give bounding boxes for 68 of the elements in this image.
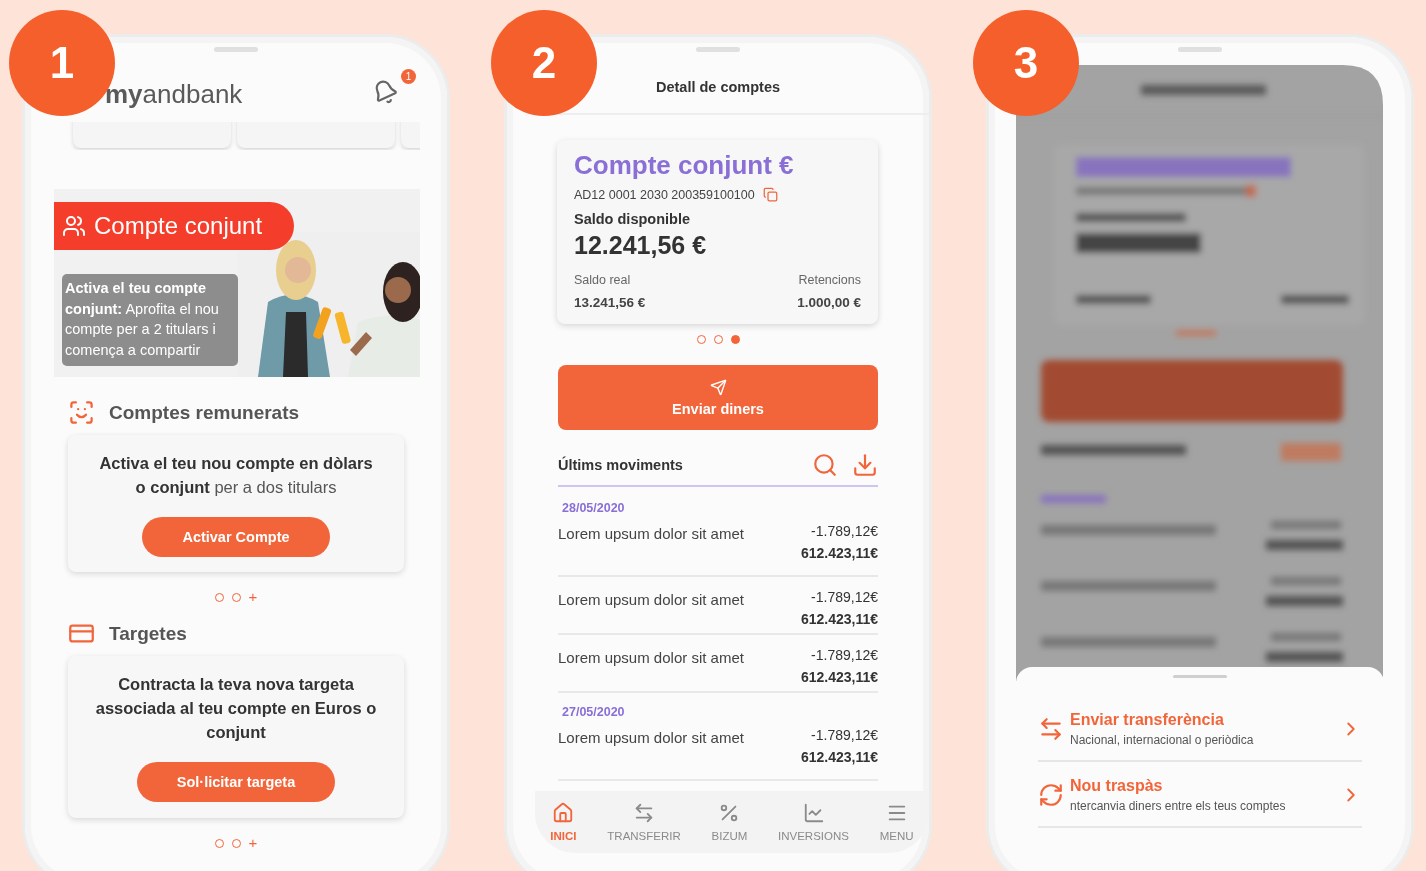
account-name: Compte conjunt € [574, 150, 795, 181]
movement-balance: 612.423,11€ [800, 611, 878, 627]
action-button[interactable]: Activar Compte [142, 516, 330, 557]
movement-amount: -1.789,12€ [811, 589, 878, 605]
pager-more[interactable]: + [248, 590, 258, 604]
movement-concept: Lorem upsum dolor sit amet [558, 729, 744, 746]
banner-title: Compte conjunt [94, 212, 263, 240]
real-balance: 13.241,56 € [574, 295, 646, 310]
section-title: Targetes [109, 622, 187, 645]
pager-more[interactable]: + [248, 836, 258, 850]
iban: AD12 0001 2030 200359100100 [574, 187, 755, 202]
movement-row[interactable]: Lorem upsum dolor sit amet -1.789,12€ 612.423,11€ [558, 515, 878, 577]
movement-concept: Lorem upsum dolor sit amet [558, 649, 744, 666]
refresh-icon [1038, 782, 1064, 808]
holds-amount: 1.000,00 € [797, 295, 861, 310]
speaker-notch [1178, 47, 1222, 52]
chart-icon [802, 802, 825, 824]
option-subtitle: Nacional, internacional o periòdica [1070, 733, 1255, 747]
movement-amount: -1.789,12€ [811, 647, 878, 663]
movement-concept: Lorem upsum dolor sit amet [558, 591, 744, 608]
movement-balance: 612.423,11€ [800, 545, 878, 561]
movement-concept: Lorem upsum dolor sit amet [558, 525, 744, 542]
movements-title: Últims moviments [558, 457, 683, 473]
option-title: Enviar transferència [1070, 711, 1225, 729]
people-icon [62, 214, 86, 238]
movement-balance: 612.423,11€ [800, 669, 878, 685]
option-title: Nou traspàs [1070, 777, 1164, 795]
available-balance: 12.241,56 € [574, 231, 708, 260]
sheet-option[interactable]: Nou traspàs ntercanvia diners entre els teus comptes [1038, 764, 1362, 828]
screen-title: Detall de comptes [654, 79, 782, 95]
movement-row[interactable]: Lorem upsum dolor sit amet -1.789,12€ 612.423,11€ [558, 577, 878, 635]
nav-tab[interactable]: TRANSFERIR [607, 802, 681, 842]
section-title: Comptes remunerats [109, 401, 300, 424]
notification-badge: 1 [401, 69, 416, 84]
arrows-icon [1038, 716, 1064, 742]
nav-tab[interactable]: INICI [550, 802, 577, 842]
send-icon [709, 378, 727, 396]
nav-tab[interactable]: MENU [879, 802, 914, 842]
holds-label: Retencions [798, 273, 861, 287]
send-money-button[interactable]: Enviar diners [558, 365, 878, 430]
card-text: Contracta la teva nova targeta associada al teu compte en Euros o conjunt [95, 675, 377, 741]
sheet-handle[interactable] [1173, 675, 1227, 678]
download-icon[interactable] [852, 452, 878, 478]
action-button[interactable]: Sol·licitar targeta [136, 762, 336, 802]
pager-dot[interactable] [730, 334, 740, 344]
option-subtitle: ntercanvia diners entre els teus comptes [1070, 799, 1287, 813]
card-text: Activa el teu nou compte en dòlars o conjunt per a dos titulars [99, 453, 373, 496]
sheet-option[interactable]: Enviar transferència Nacional, internacional o periòdica [1038, 698, 1362, 762]
movement-row[interactable]: Lorem upsum dolor sit amet -1.789,12€ 612.423,11€ [558, 635, 878, 693]
real-balance-label: Saldo real [574, 273, 631, 287]
search-icon[interactable] [812, 452, 838, 478]
movement-date: 28/05/2020 [562, 501, 626, 515]
step-number: 3 [973, 10, 1079, 116]
movement-balance: 612.423,11€ [800, 749, 878, 765]
step-number: 2 [491, 10, 597, 116]
movement-amount: -1.789,12€ [811, 523, 878, 539]
movement-amount: -1.789,12€ [811, 727, 878, 743]
speaker-notch [696, 47, 740, 52]
movement-row[interactable]: Lorem upsum dolor sit amet -1.789,12€ 612.423,11€ [558, 719, 878, 781]
copy-icon[interactable] [762, 187, 778, 202]
nav-tab[interactable]: INVERSIONS [778, 802, 849, 842]
banner-text: Activa el teu compte conjunt: Aprofita el nou compte per a 2 titulars i comença a compartir [65, 280, 219, 358]
promo-banner[interactable]: Compte conjunt Activa el teu compte conjunt: Aprofita el nou compte per a 2 titulars i comença a compartir [54, 189, 420, 377]
nav-tab[interactable]: BIZUM [711, 802, 748, 842]
movement-date: 27/05/2020 [562, 705, 626, 719]
balance-label: Saldo disponible [574, 211, 691, 227]
speaker-notch [214, 47, 258, 52]
home-icon [552, 802, 575, 824]
